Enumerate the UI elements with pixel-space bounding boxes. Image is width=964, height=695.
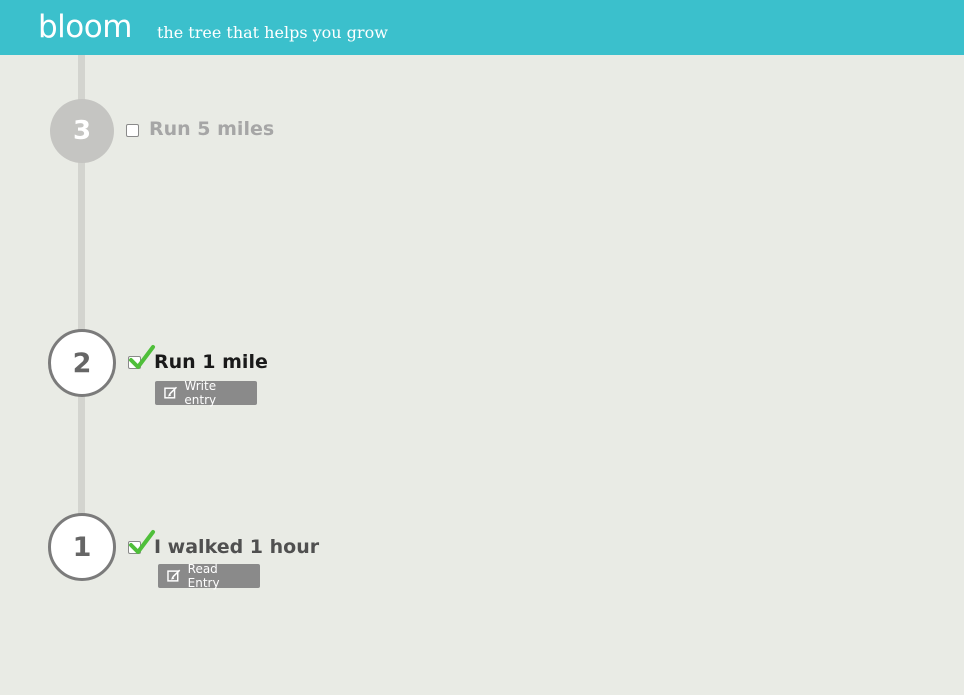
goal-label-3: Run 5 miles: [149, 118, 275, 140]
read-entry-button[interactable]: Read Entry: [158, 562, 260, 590]
goal-node-3: 3: [50, 99, 114, 163]
goal-checkbox-3[interactable]: [126, 124, 139, 137]
app-tagline: the tree that helps you grow: [157, 23, 388, 42]
read-entry-label: Read Entry: [187, 562, 220, 590]
write-entry-button[interactable]: Write entry: [155, 379, 257, 407]
app-logo[interactable]: bloom: [38, 9, 132, 45]
edit-icon: [164, 386, 178, 399]
check-mark-icon: [129, 530, 155, 554]
goal-label-1: I walked 1 hour: [154, 536, 320, 558]
write-entry-label: Write entry: [184, 379, 217, 407]
goal-node-1: 1: [48, 513, 116, 581]
check-mark-icon: [129, 345, 155, 369]
app-header: bloom the tree that helps you grow: [0, 0, 964, 55]
edit-icon: [167, 569, 181, 582]
goal-label-2: Run 1 mile: [154, 351, 268, 373]
goal-node-2: 2: [48, 329, 116, 397]
